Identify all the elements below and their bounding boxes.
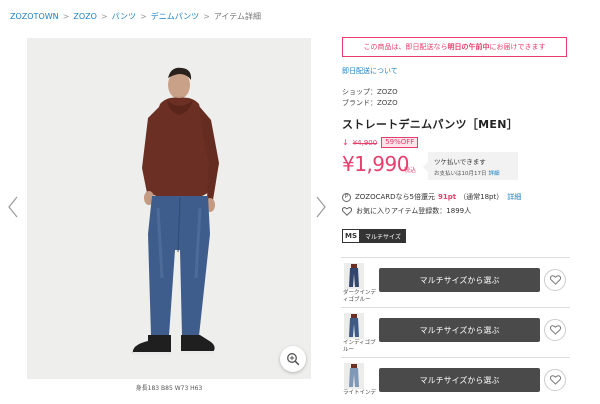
prev-image-button[interactable] [6,194,20,220]
color-thumbnail[interactable] [344,263,364,289]
color-thumbnail[interactable] [344,363,364,389]
color-variant-row: インディゴブルー マルチサイズから選ぶ [341,307,570,357]
breadcrumb-link-zozotown[interactable]: ZOZOTOWN [10,12,59,21]
breadcrumb-separator: > [140,12,147,21]
multi-size-badge: MS マルチサイズ [342,229,406,243]
price-down-icon: ↓ [342,138,349,147]
color-variant-row: ダークインディゴブルー マルチサイズから選ぶ [341,257,570,307]
brand-name[interactable]: ブランド：ZOZO [342,98,398,108]
color-name: ダークインディゴブルー [343,290,377,303]
color-variant-row: ライトインデ マルチサイズから選ぶ [341,357,570,404]
breadcrumb-separator: > [62,12,70,21]
favorite-button[interactable] [544,369,566,391]
jeans-thumbnail-icon [349,314,359,337]
breadcrumb-current: アイテム詳細 [213,12,262,21]
select-multi-size-button[interactable]: マルチサイズから選ぶ [379,268,540,292]
delivery-banner-prefix: この商品は、即日配送なら [363,43,448,51]
jeans-thumbnail-icon [349,264,359,287]
heart-outline-icon [342,206,352,216]
current-price: ¥1,990 [342,152,409,176]
delivery-banner: この商品は、即日配送なら 明日の午前中 にお届けできます [342,37,567,57]
favorites-count-row: お気に入りアイテム登録数：1899人 [342,206,471,216]
points-row: P ZOZOCARDなら5倍還元 91pt （通常18pt） 詳細 [342,192,521,202]
heart-outline-icon [549,375,561,385]
chevron-right-icon [316,196,326,218]
zoom-button[interactable] [280,346,306,372]
points-detail-link[interactable]: 詳細 [507,192,521,202]
heart-outline-icon [549,325,561,335]
delivery-banner-bold: 明日の午前中 [447,43,490,51]
color-thumbnail[interactable] [344,313,364,339]
points-value: 91pt [438,193,457,201]
color-name: インディゴブルー [343,340,376,353]
jeans-thumbnail-icon [349,364,359,387]
points-prefix: ZOZOCARDなら5倍還元 [355,193,435,201]
breadcrumb-link-denim-pants[interactable]: デニムパンツ [151,11,199,22]
favorites-count: お気に入りアイテム登録数：1899人 [356,207,472,215]
favorite-button[interactable] [544,269,566,291]
points-note: （通常18pt） [459,193,504,201]
shop-name[interactable]: ショップ：ZOZO [342,87,398,97]
breadcrumb-separator: > [100,12,108,21]
product-image[interactable] [27,38,311,379]
discount-badge: 59%OFF [381,137,419,148]
same-day-delivery-link[interactable]: 即日配送について [342,66,398,76]
select-multi-size-button[interactable]: マルチサイズから選ぶ [379,368,540,392]
zoom-in-icon [287,353,300,366]
delivery-banner-suffix: にお届けできます [489,43,546,51]
heart-outline-icon [549,275,561,285]
model-size-caption: 身長183 B85 W73 H63 [135,385,203,392]
tax-label: 税込 [404,167,417,174]
old-price-row: ↓ ¥4,900 59%OFF [342,137,419,148]
deferred-payment-title: ツケ払いできます [434,158,486,166]
deferred-payment-box: ツケ払いできます お支払いは10月17日 詳細 [423,152,518,180]
deferred-payment-date: お支払いは10月17日 詳細 [434,169,512,177]
multi-size-label: マルチサイズ [365,233,401,241]
product-title: ストレートデニムパンツ［MEN］ [342,118,519,131]
old-price: ¥4,900 [352,138,378,147]
multi-size-code: MS [342,229,361,243]
next-image-button[interactable] [314,194,328,220]
breadcrumb-link-zozo[interactable]: ZOZO [73,12,97,21]
points-icon: P [342,192,351,202]
breadcrumb: ZOZOTOWN > ZOZO > パンツ > デニムパンツ > アイテム詳細 [10,11,261,22]
deferred-payment-detail-link[interactable]: 詳細 [489,171,500,177]
favorite-button[interactable] [544,319,566,341]
chevron-left-icon [8,196,18,218]
deferred-payment-date-text: お支払いは10月17日 [434,171,487,177]
model-photo [27,38,311,379]
color-name: ライトインデ [343,390,377,396]
breadcrumb-link-pants[interactable]: パンツ [112,11,136,22]
breadcrumb-separator: > [203,12,210,21]
select-multi-size-button[interactable]: マルチサイズから選ぶ [379,318,540,342]
